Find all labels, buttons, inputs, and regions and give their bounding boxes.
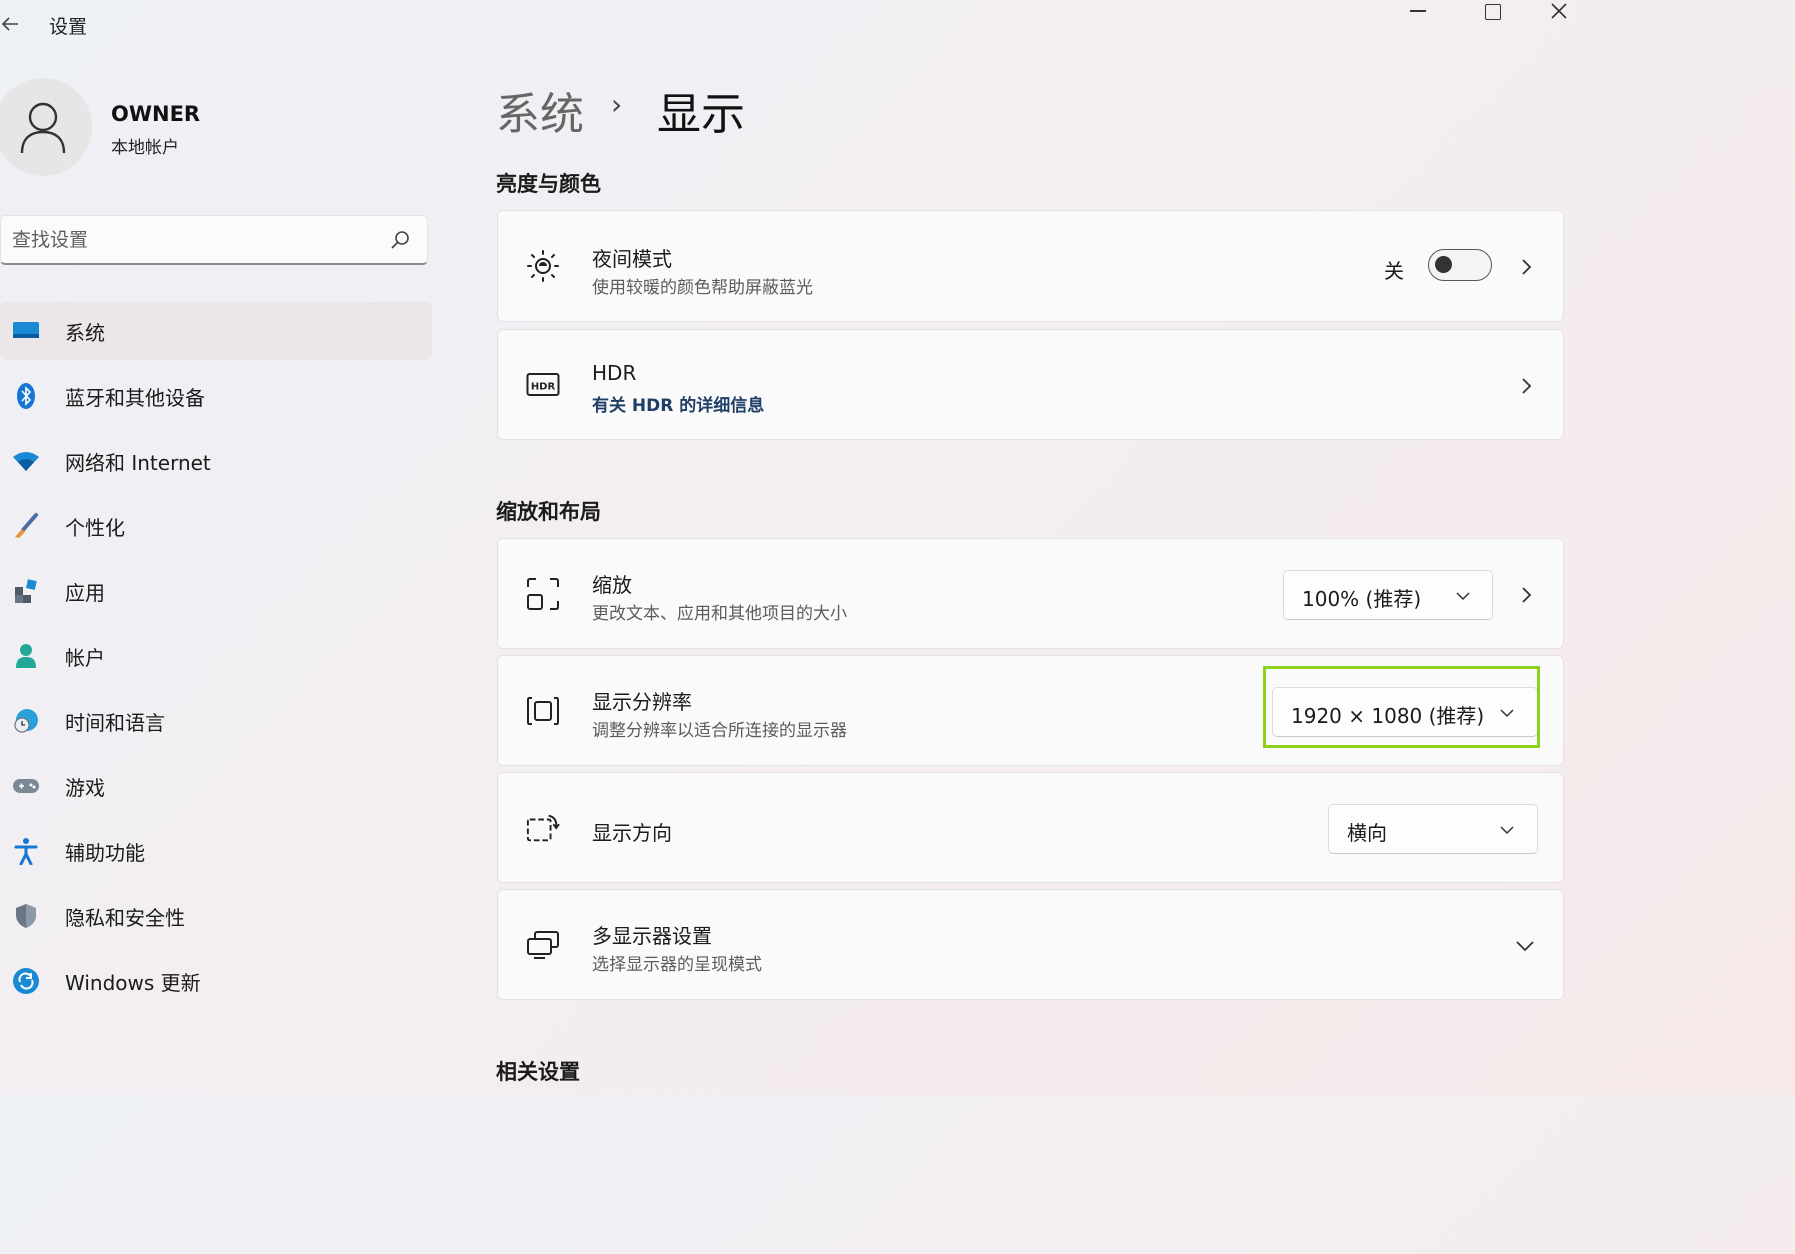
sidebar-item-label: 隐私和安全性 [65, 905, 185, 930]
sidebar-item-gaming[interactable]: 游戏 [0, 757, 432, 815]
orientation-icon [526, 811, 560, 845]
chevron-right-icon[interactable] [1516, 583, 1536, 607]
breadcrumb-separator: › [611, 88, 623, 121]
sidebar-item-accessibility[interactable]: 辅助功能 [0, 822, 432, 880]
sidebar-item-label: 蓝牙和其他设备 [65, 385, 205, 410]
orientation-title: 显示方向 [592, 821, 672, 845]
breadcrumb-root[interactable]: 系统 [496, 78, 584, 142]
title-bar: 设置 [0, 0, 1568, 48]
sidebar-item-label: 个性化 [65, 515, 125, 540]
gamepad-icon [12, 772, 40, 800]
section-heading-scale-layout: 缩放和布局 [496, 500, 601, 524]
sidebar-item-label: 游戏 [65, 775, 105, 800]
toggle-knob [1435, 256, 1452, 273]
search-box[interactable] [0, 215, 428, 265]
multi-display-subtitle: 选择显示器的呈现模式 [592, 955, 762, 975]
minimize-button[interactable] [1398, 0, 1438, 28]
refresh-icon [12, 967, 40, 995]
resolution-icon [526, 694, 560, 728]
maximize-button[interactable] [1473, 0, 1513, 28]
orientation-dropdown[interactable]: 横向 [1328, 804, 1538, 854]
multi-monitor-icon [526, 928, 560, 962]
search-icon[interactable] [388, 228, 412, 252]
svg-text:HDR: HDR [531, 382, 556, 393]
resolution-subtitle: 调整分辨率以适合所连接的显示器 [592, 721, 847, 741]
scale-title: 缩放 [592, 573, 632, 597]
hdr-card[interactable]: HDR HDR 有关 HDR 的详细信息 [497, 329, 1564, 440]
chevron-down-icon[interactable] [1514, 939, 1536, 953]
sidebar-item-bluetooth[interactable]: 蓝牙和其他设备 [0, 367, 432, 425]
wifi-icon [12, 447, 40, 475]
night-light-title: 夜间模式 [592, 247, 672, 271]
night-light-card[interactable]: 夜间模式 使用较暖的颜色帮助屏蔽蓝光 关 [497, 210, 1564, 322]
sidebar-item-personalization[interactable]: 个性化 [0, 497, 432, 555]
sidebar-item-label: 系统 [65, 320, 105, 345]
sidebar-item-windows-update[interactable]: Windows 更新 [0, 952, 432, 1010]
sidebar-item-label: 帐户 [65, 645, 105, 670]
user-icon [20, 102, 66, 154]
orientation-card[interactable]: 显示方向 横向 [497, 772, 1564, 883]
avatar[interactable] [0, 78, 92, 176]
multi-display-title: 多显示器设置 [592, 924, 712, 948]
shield-icon [12, 902, 40, 930]
resolution-title: 显示分辨率 [592, 690, 692, 714]
chevron-right-icon[interactable] [1516, 255, 1536, 279]
apps-icon [12, 577, 40, 605]
globe-clock-icon [12, 707, 40, 735]
accessibility-icon [12, 837, 40, 865]
sidebar-item-privacy[interactable]: 隐私和安全性 [0, 887, 432, 945]
search-input[interactable] [12, 226, 372, 254]
minimize-icon [1410, 10, 1426, 12]
sidebar-nav: 系统 蓝牙和其他设备 网络和 Internet 个性化 应用 帐户 时间和语言 … [0, 302, 432, 1017]
sidebar-item-label: 应用 [65, 580, 105, 605]
scale-subtitle: 更改文本、应用和其他项目的大小 [592, 604, 847, 624]
maximize-icon [1485, 4, 1501, 20]
chevron-down-icon [1500, 826, 1514, 835]
close-icon [1551, 3, 1567, 19]
sidebar-item-label: 辅助功能 [65, 840, 145, 865]
scale-dropdown[interactable]: 100% (推荐) [1283, 570, 1493, 620]
sidebar-item-label: 时间和语言 [65, 710, 165, 735]
scale-card[interactable]: 缩放 更改文本、应用和其他项目的大小 100% (推荐) [497, 538, 1564, 649]
sidebar-item-apps[interactable]: 应用 [0, 562, 432, 620]
hdr-learn-more-link[interactable]: 有关 HDR 的详细信息 [592, 391, 764, 416]
orientation-dropdown-value: 横向 [1347, 821, 1387, 845]
sidebar-item-network[interactable]: 网络和 Internet [0, 432, 432, 490]
system-display-icon [12, 317, 40, 345]
sidebar-item-time-language[interactable]: 时间和语言 [0, 692, 432, 750]
sidebar-item-label: Windows 更新 [65, 970, 201, 995]
chevron-right-icon[interactable] [1516, 374, 1536, 398]
section-heading-related: 相关设置 [496, 1060, 580, 1084]
scale-dropdown-value: 100% (推荐) [1302, 587, 1422, 611]
app-title: 设置 [49, 16, 88, 38]
hdr-icon: HDR [526, 368, 560, 402]
toggle-state-label: 关 [1384, 259, 1404, 283]
multi-display-card[interactable]: 多显示器设置 选择显示器的呈现模式 [497, 889, 1564, 1000]
section-heading-brightness-color: 亮度与颜色 [496, 172, 601, 196]
close-button[interactable] [1546, 0, 1568, 28]
account-type: 本地帐户 [111, 138, 179, 158]
night-light-subtitle: 使用较暖的颜色帮助屏蔽蓝光 [592, 278, 813, 298]
brightness-icon [526, 249, 560, 283]
paintbrush-icon [12, 512, 40, 540]
night-light-toggle[interactable] [1428, 249, 1492, 281]
sidebar-item-label: 网络和 Internet [65, 450, 211, 475]
sidebar-item-accounts[interactable]: 帐户 [0, 627, 432, 685]
person-icon [12, 642, 40, 670]
chevron-down-icon [1456, 592, 1470, 601]
scale-icon [526, 577, 560, 611]
sidebar-item-system[interactable]: 系统 [0, 302, 432, 360]
page-title: 显示 [657, 89, 745, 140]
user-name: OWNER [111, 102, 201, 126]
hdr-title: HDR [592, 361, 637, 385]
back-arrow-icon[interactable] [0, 10, 22, 38]
bluetooth-icon [12, 382, 40, 410]
resolution-highlight-box [1263, 666, 1540, 748]
